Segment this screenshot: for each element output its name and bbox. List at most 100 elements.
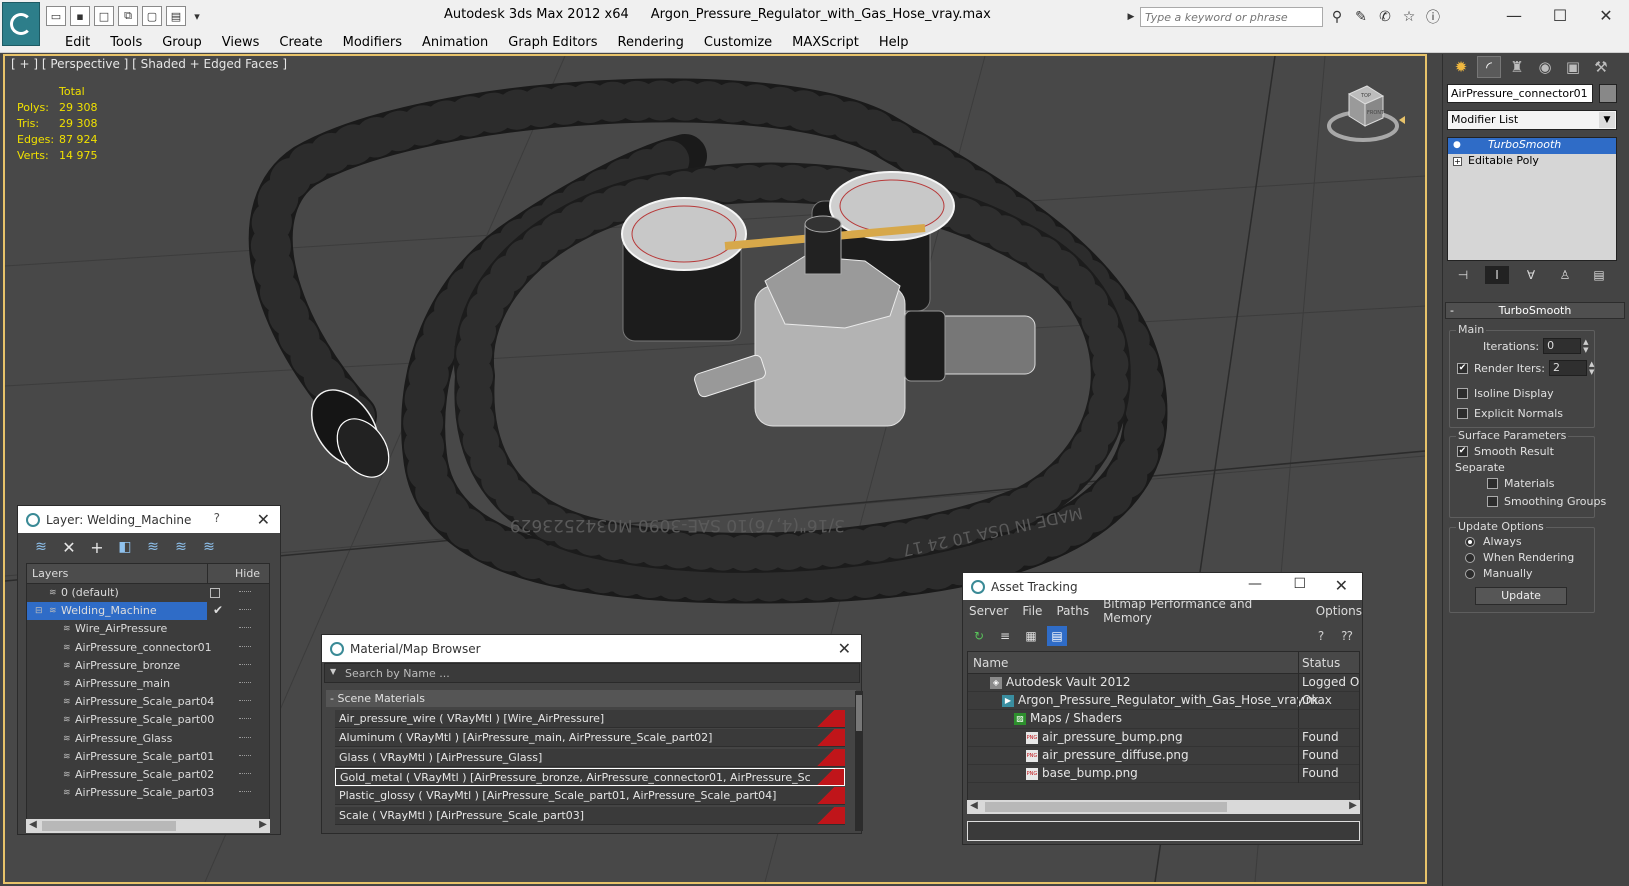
menu-group[interactable]: Group (152, 34, 212, 51)
help-icon[interactable]: ? (1311, 626, 1331, 646)
object-color-swatch[interactable] (1599, 84, 1617, 103)
show-end-result-icon[interactable]: Ⅰ (1485, 266, 1509, 284)
material-browser-titlebar[interactable]: Material/Map Browser ✕ (322, 635, 861, 662)
context-help-icon[interactable]: ⁇ (1337, 626, 1357, 646)
asset-row[interactable]: PNG air_pressure_bump.png Found (968, 728, 1359, 747)
menu-modifiers[interactable]: Modifiers (333, 34, 412, 51)
hide-toggle[interactable] (239, 718, 251, 720)
save-icon[interactable]: ▪ (70, 6, 90, 26)
close-icon[interactable]: ✕ (257, 510, 270, 529)
table-view-icon[interactable]: ▤ (1047, 626, 1067, 646)
add-to-layer-icon[interactable]: + (86, 536, 108, 558)
utilities-tab-icon[interactable]: ⚒ (1589, 56, 1613, 78)
menu-edit[interactable]: Edit (55, 34, 100, 51)
layer-row[interactable]: ⊟ ≋ Welding_Machine ✔ (27, 602, 269, 621)
menu-animation[interactable]: Animation (412, 34, 498, 51)
layer-row[interactable]: ≋ AirPressure_Scale_part00 (27, 711, 269, 729)
menu-options[interactable]: Options (1316, 604, 1362, 618)
refresh-icon[interactable]: ↻ (969, 626, 989, 646)
material-item[interactable]: Scale ( VRayMtl ) [AirPressure_Scale_par… (335, 806, 845, 825)
menu-bitmap-performance[interactable]: Bitmap Performance and Memory (1103, 597, 1302, 625)
name-column-header[interactable]: Name (973, 656, 1008, 670)
menu-maxscript[interactable]: MAXScript (782, 34, 869, 51)
scroll-right-icon[interactable]: ▶ (256, 819, 270, 830)
hide-toggle[interactable] (239, 754, 251, 757)
smooth-result-checkbox[interactable]: ✔ (1457, 446, 1468, 457)
material-item[interactable]: Glass ( VRayMtl ) [AirPressure_Glass] (335, 748, 845, 767)
layer-row[interactable]: ≋ AirPressure_bronze (27, 657, 269, 675)
asset-tracking-titlebar[interactable]: Asset Tracking — ☐ ✕ (963, 573, 1362, 600)
menu-tools[interactable]: Tools (100, 34, 152, 51)
menu-help[interactable]: Help (869, 34, 919, 51)
manually-radio[interactable] (1465, 568, 1475, 579)
scrollbar-thumb[interactable] (985, 802, 1227, 812)
smoothing-groups-checkbox[interactable] (1487, 496, 1498, 507)
expand-plus-icon[interactable]: + (1453, 157, 1462, 166)
material-search-input[interactable]: ▼ Search by Name ... (324, 663, 860, 683)
fetch-icon[interactable]: ▢ (142, 6, 162, 26)
asset-row[interactable]: PNG base_bump.png Found (968, 764, 1359, 784)
menu-customize[interactable]: Customize (694, 34, 782, 51)
material-item[interactable]: Aluminum ( VRayMtl ) [AirPressure_main, … (335, 729, 845, 748)
render-iters-checkbox[interactable]: ✔ (1457, 362, 1468, 374)
asset-row[interactable]: PNG air_pressure_diffuse.png Found (968, 746, 1359, 765)
material-item[interactable]: Air_pressure_wire ( VRayMtl ) [Wire_AirP… (335, 710, 845, 728)
hierarchy-tab-icon[interactable]: ♜ (1505, 56, 1529, 78)
modifier-list-dropdown[interactable]: Modifier List ▼ (1447, 110, 1617, 130)
layer-row[interactable]: ≋ AirPressure_main (27, 675, 269, 693)
scroll-left-icon[interactable]: ◀ (26, 819, 40, 830)
freeze-all-layers-icon[interactable]: ≋ (198, 536, 220, 558)
favorites-star-icon[interactable]: ☆ (1399, 7, 1419, 27)
open-folder-icon[interactable]: ▭ (46, 6, 66, 26)
current-layer-checkbox[interactable] (210, 588, 220, 598)
asset-row[interactable]: ▨ Maps / Shaders (968, 710, 1359, 729)
highlight-layer-icon[interactable]: ≋ (142, 536, 164, 558)
material-item[interactable]: Gold_metal ( VRayMtl ) [AirPressure_bron… (335, 767, 845, 786)
lightbulb-icon[interactable]: ● (1453, 140, 1463, 150)
hide-column-header[interactable]: Hide (235, 567, 260, 580)
layer-tree[interactable]: Layers Hide ≋ 0 (default) ⊟ ≋ Welding_Machin… (26, 563, 270, 833)
modify-tab-icon[interactable]: ◜ (1477, 56, 1501, 78)
delete-layer-icon[interactable]: ✕ (58, 536, 80, 558)
scroll-right-icon[interactable]: ▶ (1346, 800, 1360, 811)
maximize-icon[interactable]: ☐ (1293, 576, 1306, 592)
subscription-icon[interactable]: ✎ (1351, 7, 1371, 27)
menu-rendering[interactable]: Rendering (608, 34, 694, 51)
render-iters-spinner[interactable]: 2 (1548, 360, 1587, 376)
help-button[interactable]: ? (214, 511, 220, 525)
layer-row[interactable]: ≋ AirPressure_Scale_part04 (27, 693, 269, 711)
menu-create[interactable]: Create (269, 34, 332, 51)
hide-toggle[interactable] (239, 791, 251, 793)
menu-server[interactable]: Server (969, 604, 1008, 618)
hide-toggle[interactable] (239, 609, 251, 611)
minimize-icon[interactable]: — (1248, 576, 1262, 592)
spinner-arrows-icon[interactable]: ▲ ▼ (1589, 360, 1597, 376)
create-tab-icon[interactable]: ✹ (1449, 56, 1473, 78)
viewport-label-menu[interactable]: [ + ] [ Perspective ] [ Shaded + Edged F… (11, 57, 287, 71)
scene-materials-section[interactable]: - Scene Materials (326, 690, 856, 707)
menu-paths[interactable]: Paths (1056, 604, 1089, 618)
menu-views[interactable]: Views (212, 34, 270, 51)
search-expand-icon[interactable]: ▶ (1126, 7, 1136, 27)
hold-icon[interactable]: ⧉ (118, 6, 138, 26)
viewcube[interactable]: TOP FRONT (1327, 80, 1405, 152)
binoculars-icon[interactable]: ⚲ (1327, 7, 1347, 27)
status-column-header[interactable]: Status (1302, 656, 1340, 670)
layer-dialog-titlebar[interactable]: Layer: Welding_Machine ? ✕ (18, 506, 280, 533)
keyword-search-input[interactable] (1140, 7, 1323, 27)
minimize-icon[interactable]: — (1491, 0, 1537, 30)
asset-table[interactable]: Name Status ◈ Autodesk Vault 2012 Logged O… (967, 651, 1360, 801)
scroll-left-icon[interactable]: ◀ (967, 800, 981, 811)
menu-graph-editors[interactable]: Graph Editors (498, 34, 607, 51)
select-objects-icon[interactable]: ◧ (114, 536, 136, 558)
new-scene-icon[interactable]: □ (94, 6, 114, 26)
display-tab-icon[interactable]: ▣ (1561, 56, 1585, 78)
layer-row[interactable]: ≋ AirPressure_Scale_part01 (27, 748, 269, 766)
layer-row[interactable]: ≋ AirPressure_Scale_part03 (27, 784, 269, 802)
layers-column-header[interactable]: Layers (32, 567, 68, 580)
hide-toggle[interactable] (239, 645, 251, 648)
collapse-minus-icon[interactable]: ⊟ (35, 606, 45, 616)
layer-row[interactable]: ≋ Wire_AirPressure (27, 620, 269, 638)
spinner-arrows-icon[interactable]: ▲ ▼ (1583, 338, 1591, 354)
thumbnail-view-icon[interactable]: ▦ (1021, 626, 1041, 646)
